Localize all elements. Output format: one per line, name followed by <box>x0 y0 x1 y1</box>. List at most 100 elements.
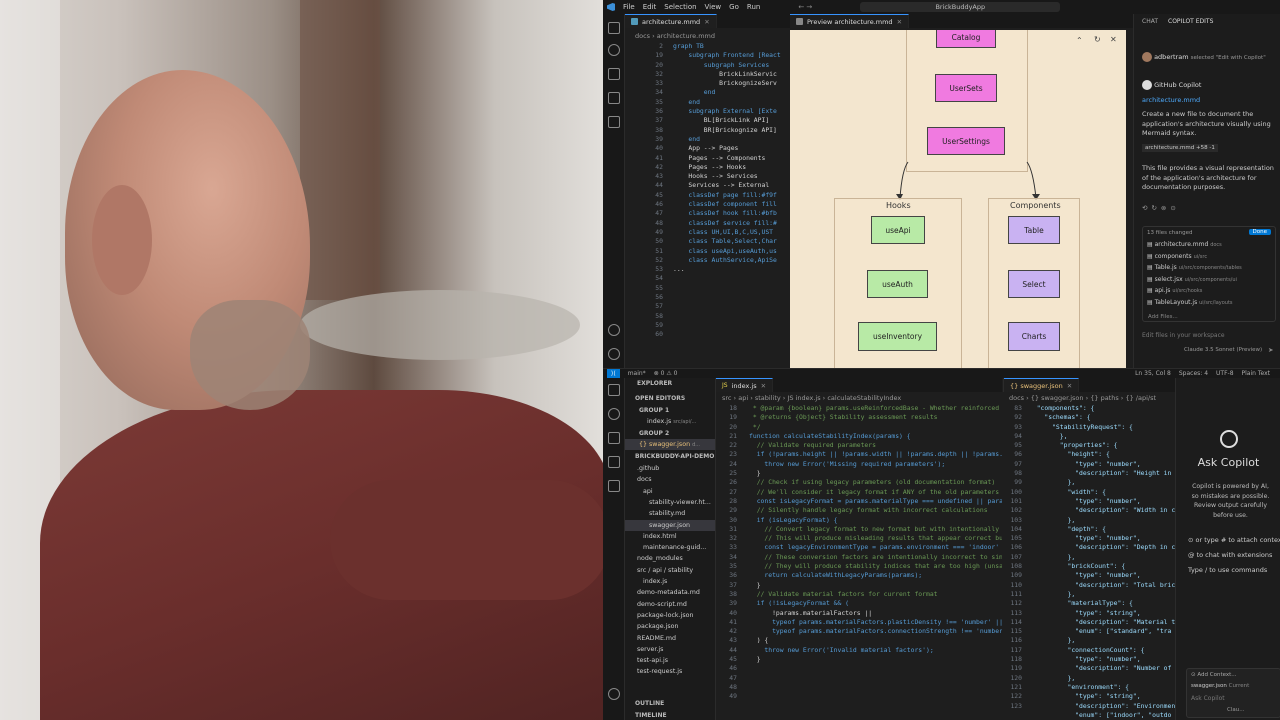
context-file-chip[interactable]: swagger.json Current <box>1191 683 1249 689</box>
code-line[interactable]: classDef service fill:# <box>673 219 781 228</box>
code-line[interactable]: // Validate material factors for current… <box>749 590 1002 599</box>
code-line[interactable]: subgraph Frontend [React <box>673 51 781 60</box>
code-line[interactable]: "height": { <box>1029 450 1175 459</box>
tree-item[interactable]: server.js <box>625 644 715 655</box>
code-line[interactable]: "type": "string", <box>1029 609 1175 618</box>
file-chip[interactable]: architecture.mmd +58 -1 <box>1142 144 1218 152</box>
code-line[interactable]: } <box>749 469 1002 478</box>
tree-item[interactable]: index.html <box>625 531 715 542</box>
settings-gear-icon[interactable] <box>608 348 620 360</box>
tree-item[interactable]: node_modules <box>625 553 715 564</box>
code-line[interactable]: Hooks --> Services <box>673 172 781 181</box>
run-debug-icon[interactable] <box>608 92 620 104</box>
code-line[interactable]: function calculateStabilityIndex(params)… <box>749 432 1002 441</box>
changed-file-item[interactable]: ▤ TableLayout.js ui/src/layouts <box>1147 299 1275 311</box>
code-line[interactable]: throw new Error('Invalid material factor… <box>749 646 1002 655</box>
code-line[interactable]: Services --> External <box>673 181 781 190</box>
refresh-icon[interactable]: ↻ <box>1094 35 1101 44</box>
code-line[interactable]: class AuthService,ApiSe <box>673 256 781 265</box>
code-line[interactable]: class Table,Select,Char <box>673 237 781 246</box>
tree-item[interactable]: README.md <box>625 633 715 644</box>
extensions-icon[interactable] <box>608 116 620 128</box>
tab-chat[interactable]: CHAT <box>1142 18 1158 25</box>
tree-item[interactable]: index.js <box>625 576 715 587</box>
code-line[interactable]: // This will produce misleading results … <box>749 534 1002 543</box>
code-line[interactable]: // We'll consider it legacy format if AN… <box>749 488 1002 497</box>
menu-edit[interactable]: Edit <box>643 3 657 11</box>
changed-file-item[interactable]: ▤ select.jsx ui/src/components/ui <box>1147 276 1275 288</box>
indentation[interactable]: Spaces: 4 <box>1179 370 1208 377</box>
tree-item[interactable]: package.json <box>625 621 715 632</box>
changed-file-item[interactable]: ▤ components ui/src <box>1147 253 1275 265</box>
code-line[interactable]: // Validate required parameters <box>749 441 1002 450</box>
code-line[interactable]: */ <box>749 423 1002 432</box>
code-line[interactable]: "description": "Depth in c <box>1029 543 1175 552</box>
search-icon[interactable] <box>608 44 620 56</box>
account-icon[interactable] <box>608 324 620 336</box>
code-line[interactable]: "environment": { <box>1029 683 1175 692</box>
code-line[interactable]: graph TB <box>673 42 781 51</box>
command-center-search[interactable]: BrickBuddyApp <box>860 2 1061 12</box>
group-2-header[interactable]: GROUP 2 <box>639 428 669 439</box>
search-icon[interactable] <box>608 408 620 420</box>
cursor-position[interactable]: Ln 35, Col 8 <box>1135 370 1171 377</box>
tree-item[interactable]: stability-viewer.ht... <box>625 497 715 508</box>
code-line[interactable]: "type": "number", <box>1029 655 1175 664</box>
code-line[interactable]: }, <box>1029 674 1175 683</box>
code-line[interactable]: "brickCount": { <box>1029 562 1175 571</box>
extensions-icon[interactable] <box>608 480 620 492</box>
files-icon[interactable] <box>608 384 620 396</box>
code-line[interactable]: "description": "Environmen <box>1029 702 1175 711</box>
tree-item[interactable]: swagger.json <box>625 519 715 531</box>
code-line[interactable]: "description": "Total bric <box>1029 581 1175 590</box>
code-line[interactable]: Pages --> Hooks <box>673 163 781 172</box>
menu-view[interactable]: View <box>705 3 722 11</box>
code-line[interactable]: }, <box>1029 590 1175 599</box>
code-line[interactable]: "enum": ["standard", "tra <box>1029 627 1175 636</box>
code-line[interactable]: }, <box>1029 553 1175 562</box>
tree-item[interactable]: stability.md <box>625 508 715 519</box>
close-icon[interactable]: ✕ <box>1067 382 1072 390</box>
code-line[interactable]: }, <box>1029 478 1175 487</box>
code-line[interactable]: subgraph External [Exte <box>673 107 781 116</box>
tree-item[interactable]: package-lock.json <box>625 610 715 621</box>
open-editor-index-js[interactable]: index.js src/api/... <box>647 416 696 427</box>
menu-file[interactable]: File <box>623 3 635 11</box>
tree-item[interactable]: test-request.js <box>625 666 715 677</box>
code-line[interactable]: * @param {boolean} params.useReinforcedB… <box>749 404 1002 413</box>
add-files-button[interactable]: Add Files... <box>1148 314 1178 320</box>
collapse-icon[interactable]: ⌃ <box>1076 36 1083 45</box>
tree-item[interactable]: demo-metadata.md <box>625 587 715 598</box>
close-icon[interactable]: ✕ <box>761 382 766 390</box>
code-line[interactable]: "connectionCount": { <box>1029 646 1175 655</box>
code-line[interactable]: }, <box>1029 432 1175 441</box>
code-line[interactable]: !params.materialFactors || <box>749 609 1002 618</box>
code-line[interactable]: BL[BrickLink API] <box>673 116 781 125</box>
code-line[interactable]: "type": "number", <box>1029 571 1175 580</box>
code-line[interactable]: // These conversion factors are intentio… <box>749 553 1002 562</box>
code-line[interactable]: } <box>749 581 1002 590</box>
code-line[interactable]: BR[Brickognize API] <box>673 126 781 135</box>
code-line[interactable]: end <box>673 135 781 144</box>
code-line[interactable]: "type": "number", <box>1029 497 1175 506</box>
code-line[interactable]: }, <box>1029 636 1175 645</box>
tree-item[interactable]: maintenance-guid... <box>625 542 715 553</box>
remote-indicator[interactable]: ⟩⟨ <box>607 368 620 379</box>
code-line[interactable]: ) { <box>749 636 1002 645</box>
json-code[interactable]: "components": { "schemas": { "StabilityR… <box>1029 404 1175 720</box>
file-link[interactable]: architecture.mmd <box>1142 96 1200 104</box>
close-icon[interactable]: ✕ <box>1110 35 1117 44</box>
code-line[interactable]: "schemas": { <box>1029 413 1175 422</box>
changed-file-item[interactable]: ▤ api.js ui/src/hooks <box>1147 287 1275 299</box>
code-line[interactable]: "width": { <box>1029 488 1175 497</box>
project-header[interactable]: BRICKBUDDY-API-DEMO <box>635 451 714 462</box>
language-mode[interactable]: Plain Text <box>1242 370 1270 377</box>
code-line[interactable]: "description": "Number of <box>1029 664 1175 673</box>
code-line[interactable]: App --> Pages <box>673 144 781 153</box>
open-editors-header[interactable]: OPEN EDITORS <box>635 393 685 404</box>
menu-selection[interactable]: Selection <box>664 3 696 11</box>
tree-item[interactable]: src / api / stability <box>625 565 715 576</box>
code-line[interactable]: "type": "number", <box>1029 460 1175 469</box>
nav-arrows[interactable]: ← → <box>798 3 812 11</box>
code-line[interactable]: // Silently handle legacy format with in… <box>749 506 1002 515</box>
